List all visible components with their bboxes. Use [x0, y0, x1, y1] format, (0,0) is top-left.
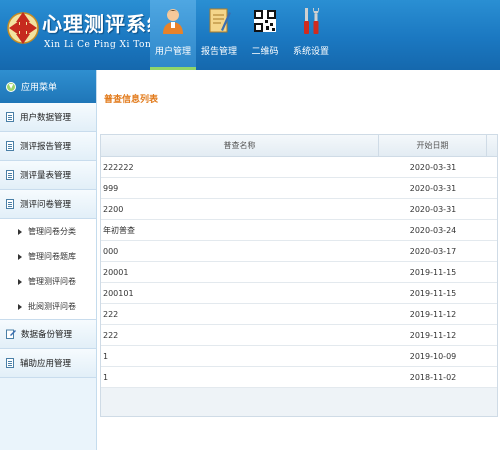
table-row[interactable]: 200101 2019-11-15 [101, 283, 497, 304]
cell-name: 年初普查 [103, 226, 135, 235]
cell-date: 2020-03-17 [409, 247, 457, 256]
nav-report-management[interactable]: 报告管理 [196, 0, 242, 70]
table-row[interactable]: 222222 2020-03-31 [101, 157, 497, 178]
sidebar-submenu: 管理问卷分类 管理问卷题库 管理测评问卷 批阅测评问卷 [0, 219, 96, 320]
sidebar-item-label: 测评报告管理 [20, 142, 72, 152]
table-row[interactable]: 000 2020-03-17 [101, 241, 497, 262]
sidebar-item-reports[interactable]: 测评报告管理 [0, 132, 96, 161]
table-row[interactable]: 年初普查 2020-03-24 [101, 220, 497, 241]
column-header-name[interactable]: 普查名称 [101, 135, 379, 156]
document-icon [6, 170, 14, 180]
cell-date: 2019-11-15 [409, 289, 457, 298]
nav-label: 系统设置 [292, 47, 329, 57]
arrow-right-icon [18, 278, 22, 285]
sidebar-item-auxiliary[interactable]: 辅助应用管理 [0, 349, 96, 378]
table-row[interactable]: 2200 2020-03-31 [101, 199, 497, 220]
sidebar-subitem-review-questionnaires[interactable]: 批阅测评问卷 [0, 294, 96, 319]
edit-icon [6, 329, 16, 339]
cell-name: 222222 [103, 163, 134, 172]
sidebar-subitem-label: 管理问卷题库 [28, 252, 76, 261]
cell-date: 2019-10-09 [409, 352, 457, 361]
sidebar-item-label: 辅助应用管理 [20, 359, 72, 369]
sidebar-item-label: 数据备份管理 [21, 330, 73, 340]
sidebar: ▼ 应用菜单 用户数据管理 测评报告管理 测评量表管理 测评问卷管理 管理问卷分… [0, 70, 97, 450]
document-icon [6, 199, 14, 209]
qrcode-icon [254, 10, 276, 32]
cell-date: 2018-11-02 [409, 373, 457, 382]
cell-date: 2020-03-31 [409, 205, 457, 214]
chevron-down-icon: ▼ [6, 81, 16, 92]
nav-qrcode[interactable]: 二维码 [242, 0, 288, 70]
survey-table: 普查名称 开始日期 222222 2020-03-31 999 2020-03-… [100, 134, 498, 417]
table-row[interactable]: 222 2019-11-12 [101, 304, 497, 325]
table-header: 普查名称 开始日期 [101, 135, 497, 157]
sidebar-item-backup[interactable]: 数据备份管理 [0, 320, 96, 349]
table-row[interactable]: 222 2019-11-12 [101, 325, 497, 346]
sidebar-subitem-label: 批阅测评问卷 [28, 302, 76, 311]
table-row[interactable]: 1 2019-10-09 [101, 346, 497, 367]
document-icon [6, 112, 14, 122]
table-row[interactable]: 999 2020-03-31 [101, 178, 497, 199]
cell-date: 2019-11-12 [409, 310, 457, 319]
sidebar-subitem-question-bank[interactable]: 管理问卷题库 [0, 244, 96, 269]
sidebar-subitem-categories[interactable]: 管理问卷分类 [0, 219, 96, 244]
column-header-date[interactable]: 开始日期 [379, 135, 487, 156]
cell-name: 999 [103, 184, 119, 193]
cell-name: 200101 [103, 289, 134, 298]
sidebar-subitem-label: 管理问卷分类 [28, 227, 76, 236]
sidebar-subitem-label: 管理测评问卷 [28, 277, 76, 286]
sidebar-item-label: 用户数据管理 [20, 113, 72, 123]
logo-icon [7, 12, 39, 44]
cell-date: 2019-11-15 [409, 268, 457, 277]
cell-name: 1 [103, 373, 109, 382]
main-content: 普查信息列表 普查名称 开始日期 222222 2020-03-31 999 2… [98, 70, 500, 450]
nav-system-settings[interactable]: 系统设置 [288, 0, 334, 70]
sidebar-menu-title: 应用菜单 [21, 83, 58, 93]
sidebar-item-label: 测评问卷管理 [20, 200, 72, 210]
app-subtitle: Xin Li Ce Ping Xi Tong [44, 40, 158, 50]
cell-date: 2019-11-12 [409, 331, 457, 340]
cell-name: 20001 [103, 268, 129, 277]
sidebar-subitem-manage-questionnaires[interactable]: 管理测评问卷 [0, 269, 96, 294]
nav-label: 用户管理 [154, 47, 191, 57]
document-icon [6, 358, 14, 368]
arrow-right-icon [18, 253, 22, 260]
tools-icon [304, 8, 319, 34]
document-icon [6, 141, 14, 151]
cell-name: 1 [103, 352, 109, 361]
table-row[interactable]: 20001 2019-11-15 [101, 262, 497, 283]
report-icon [209, 8, 231, 33]
user-icon [163, 9, 183, 34]
nav-label: 报告管理 [200, 47, 237, 57]
cell-date: 2020-03-31 [409, 184, 457, 193]
table-footer [101, 388, 497, 416]
top-header: 心理测评系统 Xin Li Ce Ping Xi Tong 用户管理 报告管理 [0, 0, 500, 70]
sidebar-item-user-data[interactable]: 用户数据管理 [0, 103, 96, 132]
nav-label: 二维码 [251, 47, 279, 57]
nav-user-management[interactable]: 用户管理 [150, 0, 196, 70]
sidebar-item-scales[interactable]: 测评量表管理 [0, 161, 96, 190]
sidebar-menu-header[interactable]: ▼ 应用菜单 [0, 70, 96, 103]
arrow-right-icon [18, 228, 22, 235]
sidebar-item-label: 测评量表管理 [20, 171, 72, 181]
cell-name: 000 [103, 247, 119, 256]
cell-date: 2020-03-24 [409, 226, 457, 235]
sidebar-item-questionnaires[interactable]: 测评问卷管理 [0, 190, 96, 219]
arrow-right-icon [18, 303, 22, 310]
cell-name: 222 [103, 310, 119, 319]
top-nav: 用户管理 报告管理 二维码 系统设置 [150, 0, 334, 70]
cell-name: 2200 [103, 205, 124, 214]
page-title: 普查信息列表 [104, 95, 159, 105]
cell-name: 222 [103, 331, 119, 340]
table-row[interactable]: 1 2018-11-02 [101, 367, 497, 388]
cell-date: 2020-03-31 [409, 163, 457, 172]
